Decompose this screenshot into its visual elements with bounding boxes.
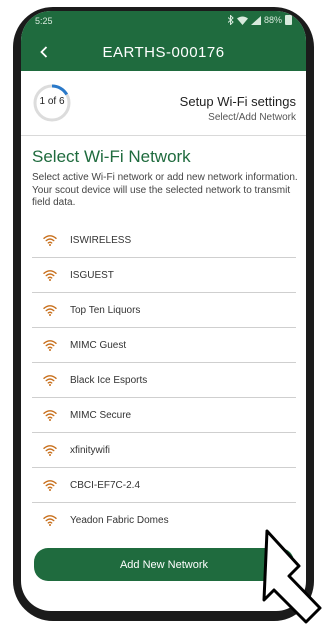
network-name: ISGUEST (70, 270, 114, 281)
status-wifi-icon (236, 16, 248, 25)
step-progress-ring: 1 of 6 (32, 83, 72, 123)
network-name: Top Ten Liquors (70, 305, 141, 316)
network-item[interactable]: xfinitywifi (32, 433, 296, 468)
wifi-icon (43, 305, 57, 316)
network-name: ISWIRELESS (70, 235, 132, 246)
battery-icon (285, 15, 292, 25)
network-item[interactable]: Top Ten Liquors (32, 293, 296, 328)
battery-percent: 88% (263, 15, 282, 25)
network-name: Yeadon Fabric Domes (70, 515, 169, 526)
wifi-icon (43, 410, 57, 421)
step-header: 1 of 6 Setup Wi-Fi settings Select/Add N… (21, 71, 306, 136)
bluetooth-icon (227, 15, 234, 25)
section-description: Select active Wi-Fi network or add new n… (32, 172, 298, 208)
step-title: Setup Wi-Fi settings (179, 94, 296, 109)
network-name: MIMC Guest (70, 340, 127, 351)
app-screen: 5:25 88% EARTHS-000176 1 of 6 Setup Wi-F… (21, 11, 306, 611)
wifi-icon (43, 235, 57, 246)
wifi-icon (43, 270, 57, 281)
network-name: CBCI-EF7C-2.4 (70, 480, 141, 491)
network-name: MIMC Secure (70, 410, 132, 421)
network-item[interactable]: Black Ice Esports (32, 363, 296, 398)
step-subtitle: Select/Add Network (208, 112, 296, 123)
network-name: Black Ice Esports (70, 375, 148, 386)
signal-icon (250, 15, 261, 25)
wifi-icon (43, 445, 57, 456)
section-title: Select Wi-Fi Network (32, 147, 191, 166)
network-item[interactable]: Yeadon Fabric Domes (32, 503, 296, 537)
network-item[interactable]: CBCI-EF7C-2.4 (32, 468, 296, 503)
status-icons: 88% (227, 15, 292, 25)
app-bar: EARTHS-000176 (21, 33, 306, 71)
wifi-icon (43, 480, 57, 491)
app-title: EARTHS-000176 (102, 44, 225, 61)
wifi-icon (43, 515, 57, 526)
network-item[interactable]: MIMC Guest (32, 328, 296, 363)
network-name: xfinitywifi (70, 445, 111, 456)
network-item[interactable]: MIMC Secure (32, 398, 296, 433)
network-item[interactable]: ISWIRELESS (32, 223, 296, 258)
network-list: ISWIRELESS ISGUEST Top Ten Liquors MIMC Gue… (32, 223, 296, 537)
status-bar: 5:25 88% (21, 11, 306, 33)
wifi-icon (43, 340, 57, 351)
status-time: 5:25 (35, 16, 53, 26)
step-count: 1 of 6 (39, 96, 65, 107)
network-item[interactable]: ISGUEST (32, 258, 296, 293)
wifi-icon (43, 375, 57, 386)
add-new-network-button[interactable]: Add New Network (34, 548, 294, 581)
